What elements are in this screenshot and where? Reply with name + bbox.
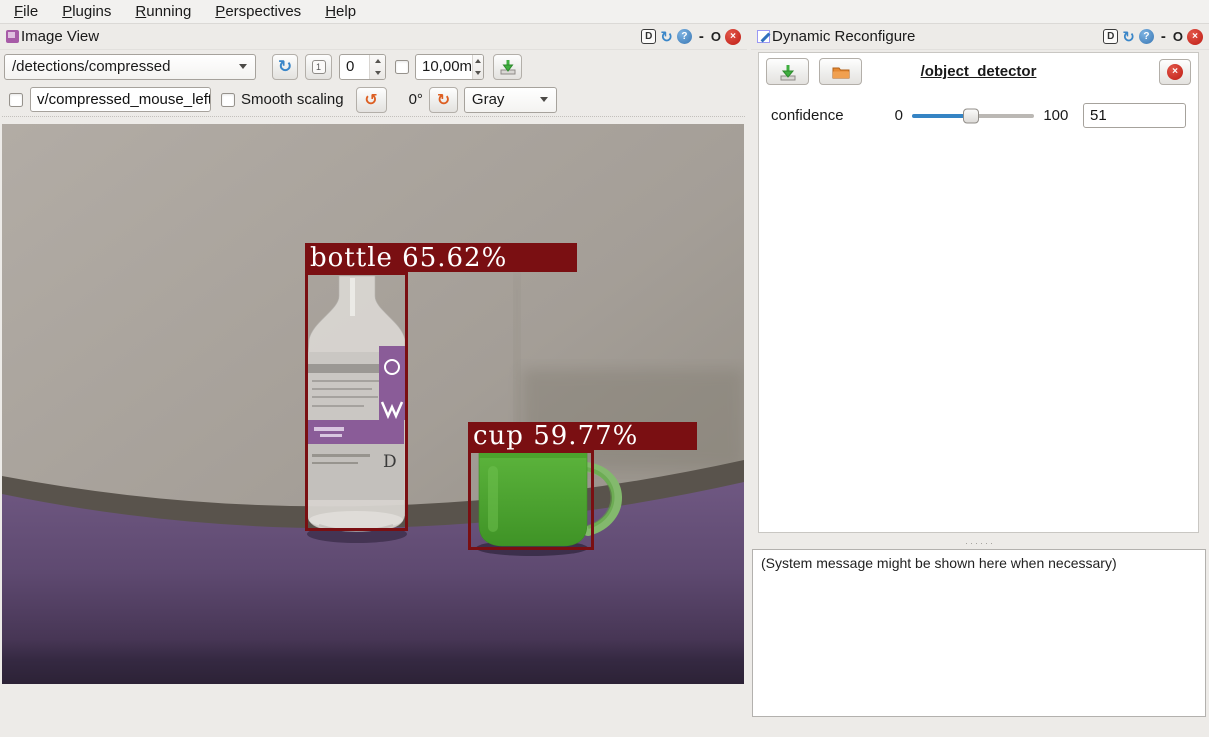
parameter-max: 100 — [1043, 107, 1072, 124]
dynamic-range-checkbox[interactable] — [395, 60, 409, 74]
menu-plugins[interactable]: Plugins — [50, 0, 123, 23]
help-icon[interactable]: ? — [1139, 29, 1154, 44]
help-icon[interactable]: ? — [677, 29, 692, 44]
rotate-right-button[interactable]: ↻ — [429, 87, 458, 113]
spin-up-icon[interactable] — [475, 59, 481, 63]
rotate-left-button[interactable]: ↺ — [356, 87, 387, 113]
chevron-down-icon — [239, 64, 247, 69]
slider-track[interactable] — [971, 114, 1035, 118]
dynamic-reconfigure-icon — [757, 30, 770, 43]
menu-help[interactable]: Help — [313, 0, 368, 23]
zoom-100-button[interactable]: 1 — [305, 54, 332, 80]
detection-label-bottle: bottle 65.62% — [305, 243, 577, 272]
smooth-scaling-label: Smooth scaling — [241, 91, 344, 108]
close-node-button[interactable]: × — [1159, 59, 1191, 85]
dock-area: Image View D ↻ ? - O × /detections/compr… — [0, 24, 1209, 737]
detection-box-bottle — [305, 272, 408, 531]
rotate-left-icon: ↺ — [364, 90, 377, 109]
parameter-name: confidence — [771, 107, 888, 124]
menu-perspectives[interactable]: Perspectives — [203, 0, 313, 23]
save-image-button[interactable] — [493, 54, 522, 80]
publish-click-checkbox[interactable] — [9, 93, 23, 107]
image-view-window-buttons: D ↻ ? - O × — [641, 28, 741, 46]
parameter-min: 0 — [888, 107, 903, 124]
frame-skip-value: 0 — [340, 55, 369, 79]
splitter-handle[interactable]: ······ — [751, 538, 1209, 548]
max-range-spinbox[interactable]: 10,00m — [415, 54, 484, 80]
save-config-button[interactable] — [766, 58, 809, 85]
detection-label-cup: cup 59.77% — [468, 422, 697, 450]
rqt-window: File Plugins Running Perspectives Help I… — [0, 0, 1209, 737]
minimize-icon[interactable]: - — [696, 28, 707, 45]
refresh-icon: ↻ — [278, 57, 292, 77]
reconfigure-node-panel: /object_detector × confidence 0 100 — [758, 52, 1199, 533]
image-view-title: Image View — [21, 28, 99, 45]
frame-skip-spinbox[interactable]: 0 — [339, 54, 386, 80]
load-config-button[interactable] — [819, 58, 862, 85]
dynamic-reconfigure-window-buttons: D ↻ ? - O × — [1103, 28, 1203, 46]
image-view-panel: Image View D ↻ ? - O × /detections/compr… — [0, 24, 747, 737]
reconfigure-header: /object_detector × — [759, 53, 1198, 89]
spin-down-icon[interactable] — [475, 71, 481, 75]
confidence-slider[interactable] — [912, 107, 1034, 125]
colormap-dropdown[interactable]: Gray — [464, 87, 557, 113]
save-to-disk-icon — [778, 63, 798, 81]
spin-up-icon[interactable] — [375, 59, 381, 63]
detection-box-cup — [468, 450, 594, 550]
topic-dropdown[interactable]: /detections/compressed — [4, 54, 256, 80]
parameter-row: confidence 0 100 — [759, 103, 1198, 128]
image-view-icon — [6, 30, 19, 43]
system-message-box[interactable]: (System message might be shown here when… — [752, 549, 1206, 717]
colormap-dropdown-value: Gray — [465, 91, 534, 108]
reload-plugin-icon[interactable]: ↻ — [1122, 28, 1135, 46]
image-view-toolbar-bottom: Smooth scaling ↺ 0° ↻ Gray — [0, 83, 747, 116]
image-view-titlebar[interactable]: Image View D ↻ ? - O × — [0, 24, 747, 50]
menu-file[interactable]: File — [2, 0, 50, 23]
open-folder-icon — [831, 64, 851, 80]
x-circle-icon: × — [1167, 64, 1183, 80]
float-icon[interactable]: O — [1173, 29, 1183, 44]
topic-dropdown-value: /detections/compressed — [5, 58, 233, 75]
toolbar-separator — [2, 116, 745, 117]
rotation-value: 0° — [409, 91, 423, 108]
max-range-value: 10,00m — [416, 55, 472, 79]
slider-handle[interactable] — [963, 108, 979, 123]
mouse-click-topic-input[interactable] — [30, 87, 211, 112]
refresh-topics-button[interactable]: ↻ — [272, 54, 298, 80]
dynamic-reconfigure-panel: Dynamic Reconfigure D ↻ ? - O × — [751, 24, 1209, 737]
menu-running[interactable]: Running — [123, 0, 203, 23]
image-view-toolbar-top: /detections/compressed ↻ 1 0 10,00m — [0, 50, 747, 83]
spin-down-icon[interactable] — [375, 71, 381, 75]
menu-bar: File Plugins Running Perspectives Help — [0, 0, 1209, 24]
dynamic-reconfigure-title: Dynamic Reconfigure — [772, 28, 915, 45]
smooth-scaling-checkbox[interactable] — [221, 93, 235, 107]
dock-icon[interactable]: D — [1103, 29, 1118, 44]
close-icon[interactable]: × — [725, 29, 741, 45]
dynamic-reconfigure-titlebar[interactable]: Dynamic Reconfigure D ↻ ? - O × — [751, 24, 1209, 50]
reload-plugin-icon[interactable]: ↻ — [660, 28, 673, 46]
float-icon[interactable]: O — [711, 29, 721, 44]
camera-image[interactable]: D bottle 65.62% cup 59.77% — [2, 124, 744, 684]
zoom-1-icon: 1 — [312, 60, 326, 74]
confidence-value-input[interactable] — [1083, 103, 1186, 128]
rotate-right-icon: ↻ — [437, 90, 450, 109]
minimize-icon[interactable]: - — [1158, 28, 1169, 45]
close-icon[interactable]: × — [1187, 29, 1203, 45]
screenshot-save-icon — [499, 59, 517, 75]
dock-icon[interactable]: D — [641, 29, 656, 44]
chevron-down-icon — [540, 97, 548, 102]
